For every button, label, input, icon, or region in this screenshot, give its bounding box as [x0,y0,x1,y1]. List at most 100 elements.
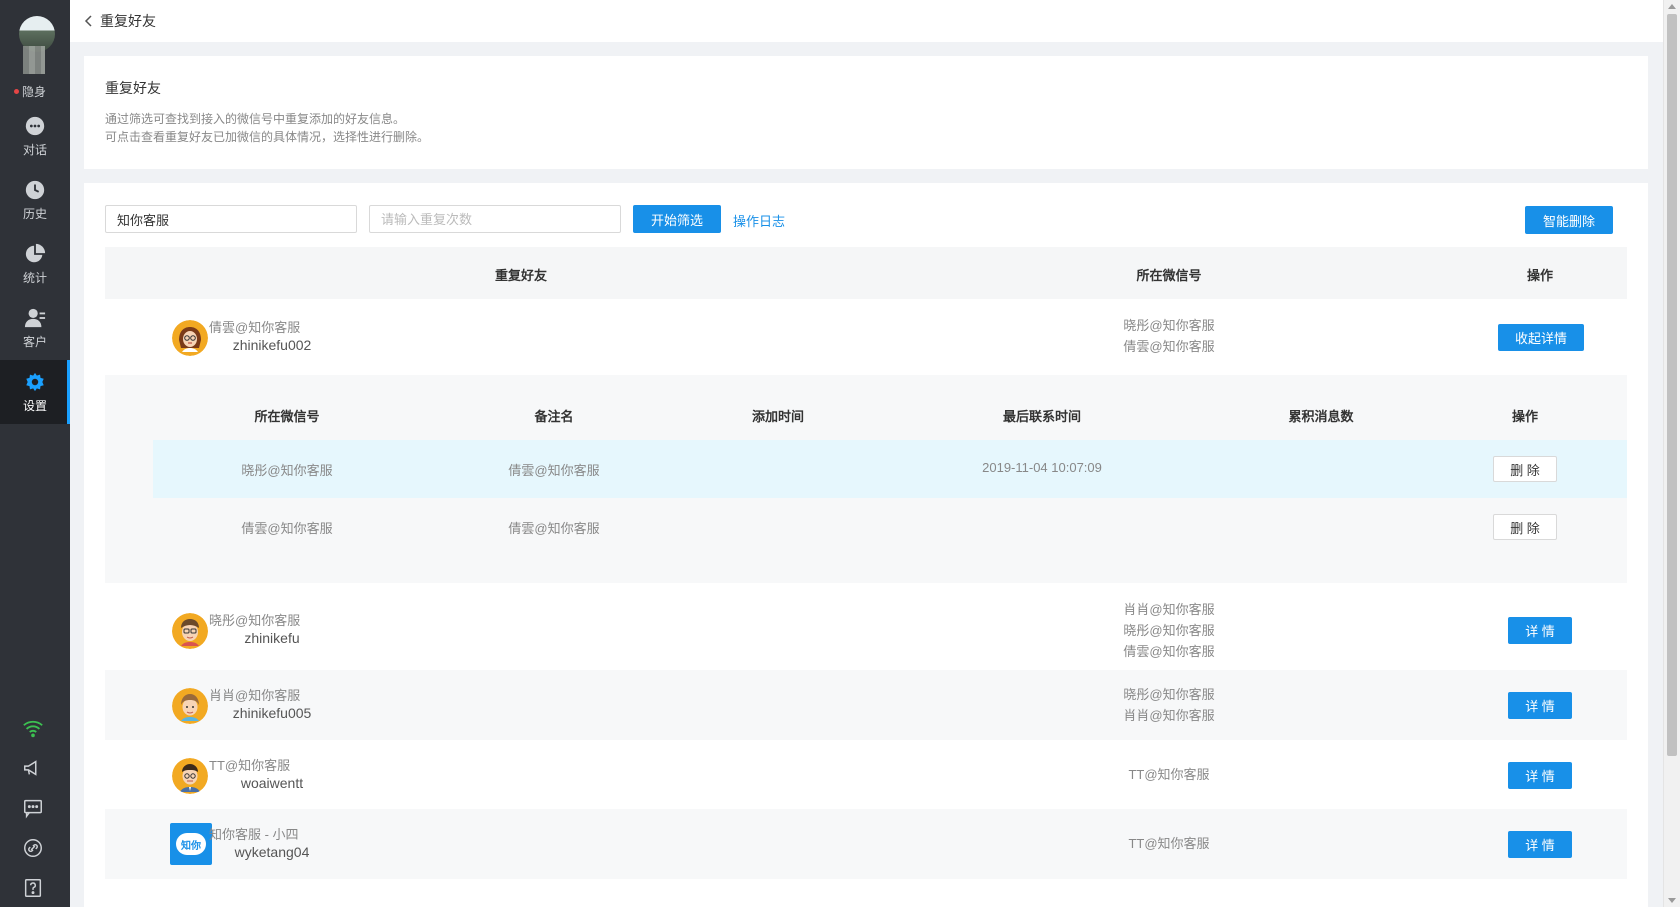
page-scrollbar[interactable] [1663,0,1680,907]
friend-name: TT@知你客服 [209,758,291,773]
friend-wechat-list: TT@知你客服 [1128,764,1209,785]
friend-id: woaiwentt [240,775,304,791]
avatar-blur [23,46,45,74]
friend-name: 晓彤@知你客服 [209,613,301,628]
friend-id: zhinikefu005 [232,705,312,721]
nav-item-history[interactable]: 历史 [0,168,70,232]
info-line-2: 可点击查看重复好友已加微信的具体情况，选择性进行删除。 [105,130,430,144]
operation-log-link[interactable]: 操作日志 [733,211,785,230]
table-header: 重复好友 所在微信号 操作 [105,247,1627,299]
message-icon[interactable] [22,797,44,819]
chat-icon [25,116,45,135]
start-filter-button[interactable]: 开始筛选 [633,205,721,233]
list-card: 开始筛选 操作日志 智能删除 重复好友 所在微信号 操作 倩雲@知你客服 zhi… [84,183,1648,907]
wechat-account: 晓彤@知你客服 [1123,318,1215,333]
table-row: TT@知你客服 woaiwentt TT@知你客服 详 情 [105,740,1627,809]
nav-item-customer[interactable]: 客户 [0,296,70,360]
table-row: 知你 知你客服 - 小四 wyketang04 TT@知你客服 详 情 [105,809,1627,879]
detail-remark: 倩雲@知你客服 [508,463,600,478]
nav-label-chat: 对话 [22,142,47,157]
friend-avatar [172,758,208,794]
detail-remark: 倩雲@知你客服 [508,521,600,536]
friend-wechat-list: 晓彤@知你客服 肖肖@知你客服 [1123,684,1214,726]
friend-id: wyketang04 [234,844,310,860]
nav-label-history: 历史 [22,206,47,221]
page-title: 重复好友 [100,13,156,29]
status-dot [14,89,19,94]
friend-id: zhinikefu002 [232,337,312,353]
status-label: 隐身 [22,85,47,99]
wechat-account: TT@知你客服 [1128,767,1210,782]
friend-wechat-list: TT@知你客服 [1128,833,1209,854]
top-bar: 重复好友 [70,0,1663,42]
wechat-account: 肖肖@知你客服 [1123,602,1215,617]
detail-header-action: 操作 [1511,409,1539,424]
customer-icon [24,308,46,327]
detail-wechat: 晓彤@知你客服 [241,463,333,478]
info-line-1: 通过筛选可查找到接入的微信号中重复添加的好友信息。 [105,112,406,126]
logo-text: 知你 [176,833,206,855]
help-icon[interactable] [22,877,44,899]
collapse-details-button[interactable]: 收起详情 [1498,324,1584,351]
nav-label-settings: 设置 [22,398,47,413]
detail-last-contact: 2019-11-04 10:07:09 [982,460,1102,475]
table-row: 倩雲@知你客服 zhinikefu002 晓彤@知你客服 倩雲@知你客服 收起详… [105,299,1627,375]
sidebar: 隐身 对话 历史 统计 客户 设置 [0,0,70,907]
detail-wechat: 倩雲@知你客服 [241,521,333,536]
friend-avatar [172,613,208,649]
megaphone-icon[interactable] [22,757,44,779]
app-logo-avatar: 知你 [170,823,212,865]
info-title: 重复好友 [105,80,161,96]
wifi-icon[interactable] [22,717,44,739]
detail-header-last-contact: 最后联系时间 [1002,409,1082,424]
chevron-left-icon[interactable] [82,14,96,28]
friend-name: 知你客服 - 小四 [209,827,299,842]
delete-button[interactable]: 删 除 [1493,456,1557,482]
info-card: 重复好友 通过筛选可查找到接入的微信号中重复添加的好友信息。 可点击查看重复好友… [84,56,1648,169]
smart-delete-button[interactable]: 智能删除 [1525,206,1613,234]
wechat-account: 倩雲@知你客服 [1123,339,1215,354]
friend-avatar [172,688,208,724]
delete-button[interactable]: 删 除 [1493,514,1557,540]
link-icon[interactable] [22,837,44,859]
wechat-account: 晓彤@知你客服 [1123,623,1215,638]
wechat-account: 晓彤@知你客服 [1123,687,1215,702]
nav-label-customer: 客户 [22,334,47,349]
friend-wechat-list: 晓彤@知你客服 倩雲@知你客服 [1123,315,1214,357]
header-action: 操作 [1526,268,1554,283]
clock-icon [25,180,45,199]
detail-header-wechat: 所在微信号 [254,409,320,424]
details-button[interactable]: 详 情 [1508,831,1572,858]
friend-id: zhinikefu [244,630,300,646]
scroll-up-arrow[interactable] [1668,4,1676,9]
nav-item-settings[interactable]: 设置 [0,360,70,424]
detail-header-remark: 备注名 [534,409,574,424]
details-button[interactable]: 详 情 [1508,617,1572,644]
wechat-account: 倩雲@知你客服 [1123,644,1215,659]
account-input[interactable] [105,205,357,233]
pie-chart-icon [25,243,46,262]
details-button[interactable]: 详 情 [1508,762,1572,789]
scroll-thumb[interactable] [1667,14,1677,756]
status-indicator[interactable]: 隐身 [14,83,46,100]
detail-row: 倩雲@知你客服 倩雲@知你客服 删 除 [153,498,1627,556]
details-button[interactable]: 详 情 [1508,692,1572,719]
nav-label-stats: 统计 [22,270,47,285]
table-row: 晓彤@知你客服 zhinikefu 肖肖@知你客服 晓彤@知你客服 倩雲@知你客… [105,583,1627,680]
wechat-account: 肖肖@知你客服 [1123,708,1215,723]
header-wechat: 所在微信号 [1136,268,1202,283]
detail-header: 所在微信号 备注名 添加时间 最后联系时间 累积消息数 操作 [153,375,1627,440]
friend-wechat-list: 肖肖@知你客服 晓彤@知你客服 倩雲@知你客服 [1123,599,1214,662]
detail-header-added: 添加时间 [751,409,805,424]
table-row: 肖肖@知你客服 zhinikefu005 晓彤@知你客服 肖肖@知你客服 详 情 [105,670,1627,740]
friend-avatar [172,320,208,356]
header-friend: 重复好友 [494,268,548,283]
gear-icon [26,372,44,391]
friend-name: 肖肖@知你客服 [209,688,301,703]
detail-header-messages: 累积消息数 [1288,409,1354,424]
repeat-count-input[interactable] [369,205,621,233]
detail-panel: 所在微信号 备注名 添加时间 最后联系时间 累积消息数 操作 晓彤@知你客服 倩… [105,375,1627,583]
nav-item-chat[interactable]: 对话 [0,104,70,168]
nav-item-stats[interactable]: 统计 [0,232,70,296]
scroll-down-arrow[interactable] [1668,898,1676,903]
